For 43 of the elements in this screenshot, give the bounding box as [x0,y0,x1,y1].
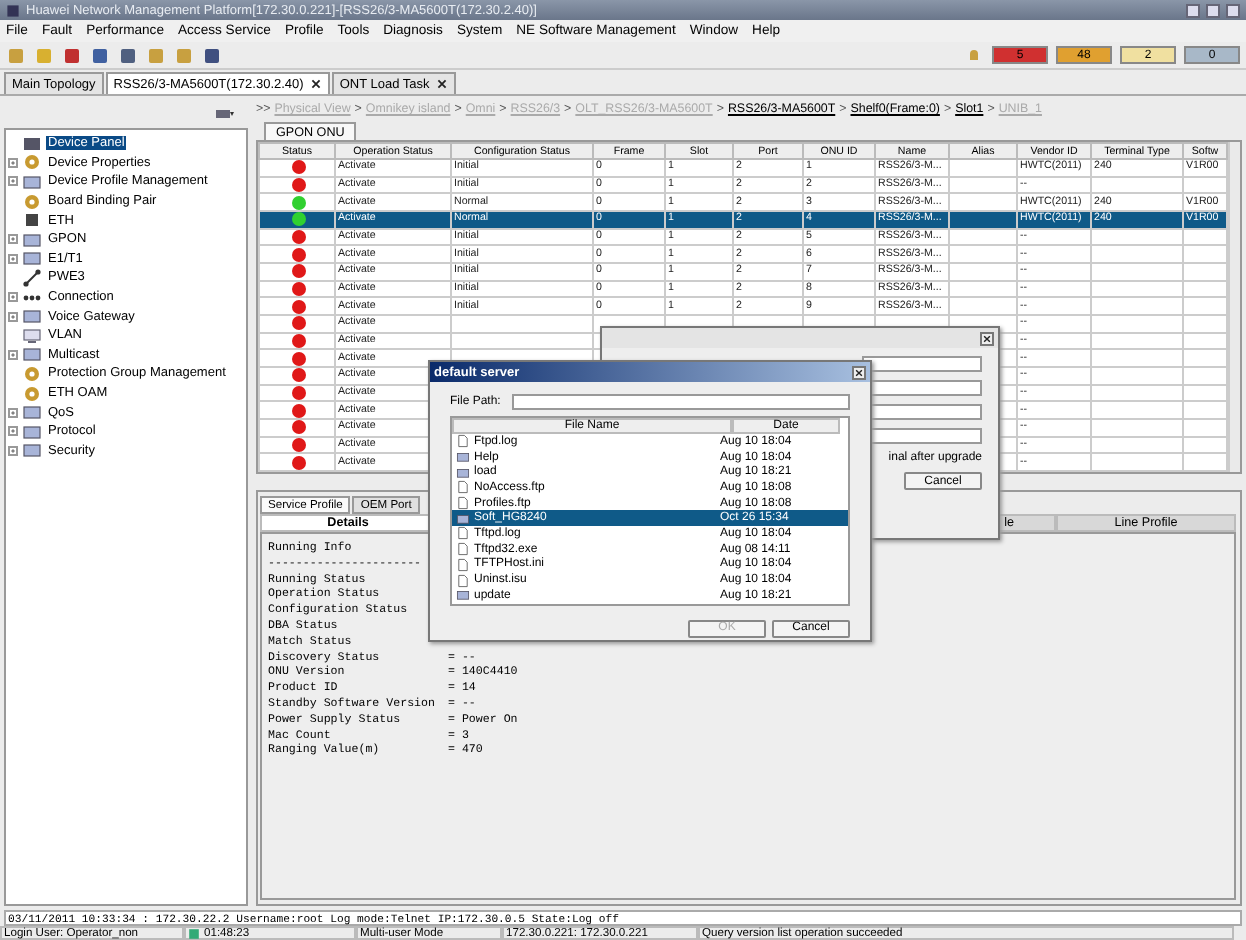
device-icon [22,133,42,154]
gear-icon [22,152,42,173]
expand-toggle[interactable] [8,407,18,418]
folder-icon [22,171,42,192]
close-icon[interactable] [309,78,322,90]
input-field[interactable] [512,394,850,410]
expand-toggle[interactable] [8,311,18,322]
dropdown-field[interactable] [862,356,982,372]
gear-icon [22,363,42,384]
expand-toggle[interactable] [8,176,18,187]
expand-toggle[interactable] [8,157,18,168]
gear-icon [22,191,42,212]
file-icon [456,434,470,449]
file-list[interactable] [450,416,850,606]
expand-toggle[interactable] [8,292,18,303]
link-icon [22,267,42,288]
folder-icon [22,248,42,269]
bell-icon[interactable] [964,45,984,65]
clock-icon [188,927,200,939]
folder-icon [456,511,470,526]
folder-icon [456,588,470,603]
gear-icon [22,383,42,404]
folder-icon [22,421,42,442]
maximize-button[interactable] [1206,3,1220,17]
folder-icon [22,344,42,365]
app-icon [6,3,20,17]
expand-toggle[interactable] [8,426,18,437]
scrollbar[interactable] [1228,142,1240,472]
view-icon[interactable] [212,104,236,124]
folder-icon [22,440,42,461]
folder-icon [22,229,42,250]
minimize-button[interactable] [1186,3,1200,17]
close-button[interactable] [852,365,866,379]
expand-toggle[interactable] [8,253,18,264]
expand-toggle[interactable] [8,445,18,456]
folder-icon [22,306,42,327]
expand-toggle[interactable] [8,234,18,245]
close-button[interactable] [980,331,994,345]
close-icon[interactable] [435,78,448,90]
monitor-icon [22,325,42,346]
expand-toggle[interactable] [8,349,18,360]
port-icon [22,210,42,231]
folder-icon [22,402,42,423]
